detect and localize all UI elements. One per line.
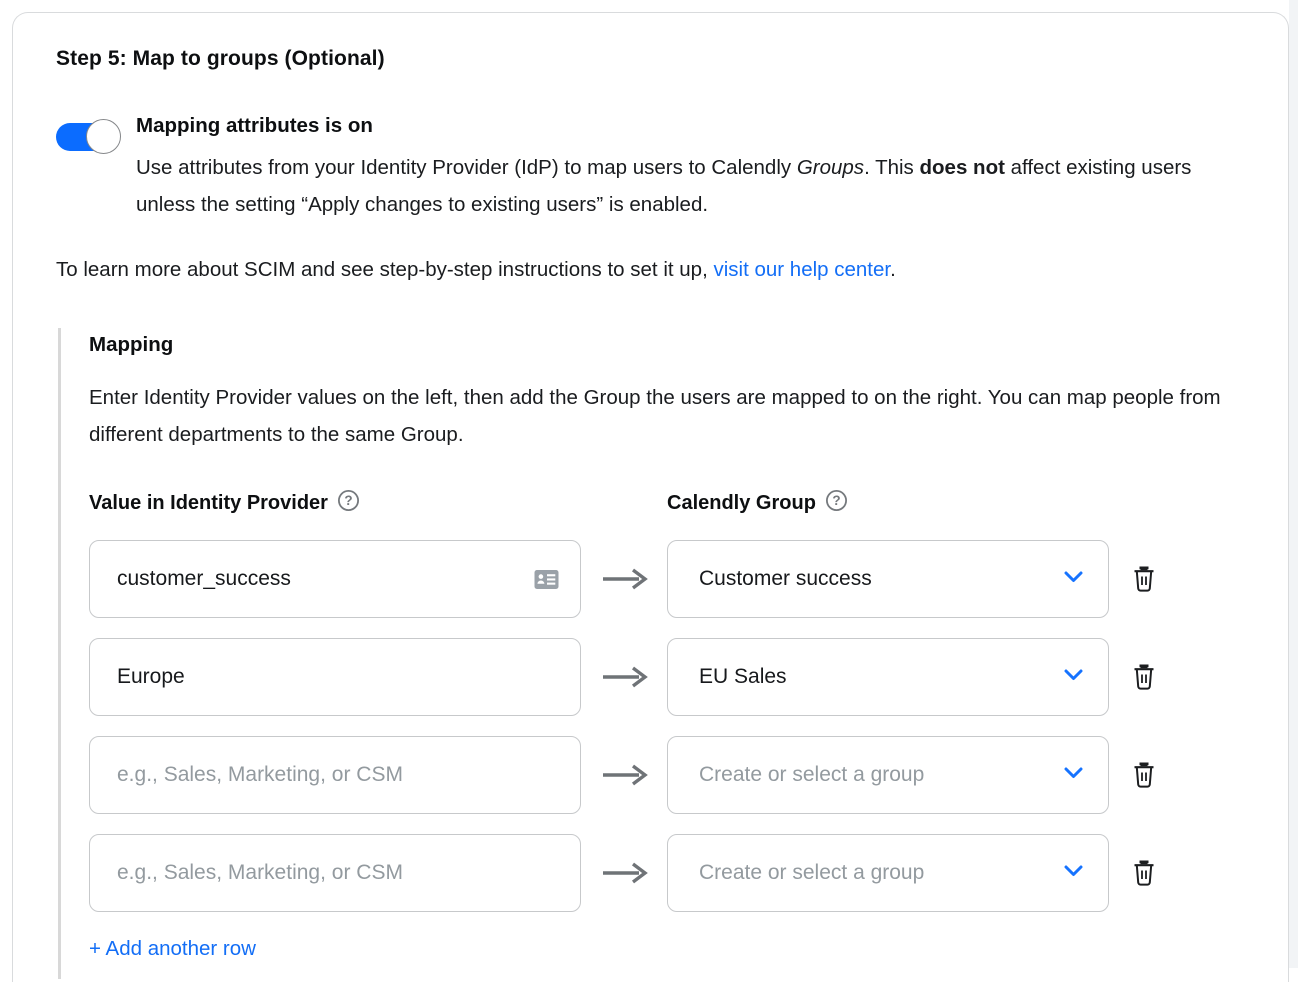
chevron-down-icon bbox=[1064, 766, 1083, 784]
help-icon[interactable]: ? bbox=[337, 489, 360, 518]
idp-value-input[interactable] bbox=[89, 834, 581, 912]
column-header-group-label: Calendly Group bbox=[667, 492, 816, 515]
toggle-label: Mapping attributes is on bbox=[136, 114, 1243, 138]
delete-row-button[interactable] bbox=[1130, 661, 1158, 693]
toggle-text-block: Mapping attributes is on Use attributes … bbox=[136, 112, 1243, 223]
group-select[interactable]: Create or select a group bbox=[667, 834, 1109, 912]
group-select[interactable]: Customer success bbox=[667, 540, 1109, 618]
mapping-arrow bbox=[581, 665, 667, 689]
page-background-strip bbox=[1289, 0, 1298, 968]
mapping-row-4-idp bbox=[89, 834, 581, 912]
learn-more-prefix: To learn more about SCIM and see step-by… bbox=[56, 258, 713, 281]
group-select-value: Customer success bbox=[699, 567, 872, 591]
group-select-placeholder: Create or select a group bbox=[699, 861, 924, 885]
mapping-section: Mapping Enter Identity Provider values o… bbox=[58, 328, 1243, 979]
mapping-row-2-actions bbox=[1109, 661, 1199, 693]
mapping-row-3-actions bbox=[1109, 759, 1199, 791]
trash-icon bbox=[1132, 565, 1156, 593]
idp-value-input[interactable] bbox=[89, 736, 581, 814]
mapping-row-1-idp bbox=[89, 540, 581, 618]
delete-row-button[interactable] bbox=[1130, 857, 1158, 889]
svg-text:?: ? bbox=[832, 493, 840, 508]
right-arrow-icon bbox=[601, 567, 648, 591]
chevron-down-icon bbox=[1064, 668, 1083, 686]
mapping-arrow bbox=[581, 763, 667, 787]
mapping-row-4-actions bbox=[1109, 857, 1199, 889]
mapping-row-2-idp bbox=[89, 638, 581, 716]
group-select-value: EU Sales bbox=[699, 665, 787, 689]
column-header-idp-label: Value in Identity Provider bbox=[89, 492, 328, 515]
chevron-down-icon bbox=[1064, 864, 1083, 882]
delete-row-button[interactable] bbox=[1130, 759, 1158, 791]
scim-step5-card: Step 5: Map to groups (Optional) Mapping… bbox=[12, 12, 1289, 982]
step-title: Step 5: Map to groups (Optional) bbox=[56, 47, 1243, 71]
mapping-grid: Value in Identity Provider ? Calendly Gr… bbox=[89, 489, 1243, 912]
mapping-attributes-row: Mapping attributes is on Use attributes … bbox=[56, 112, 1243, 223]
column-header-idp: Value in Identity Provider ? bbox=[89, 489, 581, 518]
idp-value-input[interactable] bbox=[89, 638, 581, 716]
mapping-title: Mapping bbox=[89, 333, 1243, 357]
mapping-row-1-actions bbox=[1109, 563, 1199, 595]
delete-row-button[interactable] bbox=[1130, 563, 1158, 595]
mapping-description: Enter Identity Provider values on the le… bbox=[89, 379, 1234, 453]
toggle-description: Use attributes from your Identity Provid… bbox=[136, 149, 1243, 223]
trash-icon bbox=[1132, 663, 1156, 691]
chevron-down-icon bbox=[1064, 570, 1083, 588]
help-center-link[interactable]: visit our help center bbox=[713, 258, 890, 281]
group-select[interactable]: EU Sales bbox=[667, 638, 1109, 716]
mapping-row-3-idp bbox=[89, 736, 581, 814]
group-select-placeholder: Create or select a group bbox=[699, 763, 924, 787]
right-arrow-icon bbox=[601, 763, 648, 787]
mapping-attributes-toggle[interactable] bbox=[56, 123, 118, 151]
learn-more-text: To learn more about SCIM and see step-by… bbox=[56, 258, 1243, 282]
learn-more-suffix: . bbox=[890, 258, 896, 281]
right-arrow-icon bbox=[601, 665, 648, 689]
trash-icon bbox=[1132, 859, 1156, 887]
column-header-group: Calendly Group ? bbox=[667, 489, 1109, 518]
svg-text:?: ? bbox=[344, 493, 352, 508]
toggle-knob bbox=[86, 119, 121, 154]
right-arrow-icon bbox=[601, 861, 648, 885]
idp-value-input[interactable] bbox=[89, 540, 581, 618]
help-icon[interactable]: ? bbox=[825, 489, 848, 518]
group-select[interactable]: Create or select a group bbox=[667, 736, 1109, 814]
mapping-arrow bbox=[581, 861, 667, 885]
mapping-arrow bbox=[581, 567, 667, 591]
contact-card-icon bbox=[534, 569, 559, 595]
add-another-row-link[interactable]: + Add another row bbox=[89, 937, 256, 961]
trash-icon bbox=[1132, 761, 1156, 789]
